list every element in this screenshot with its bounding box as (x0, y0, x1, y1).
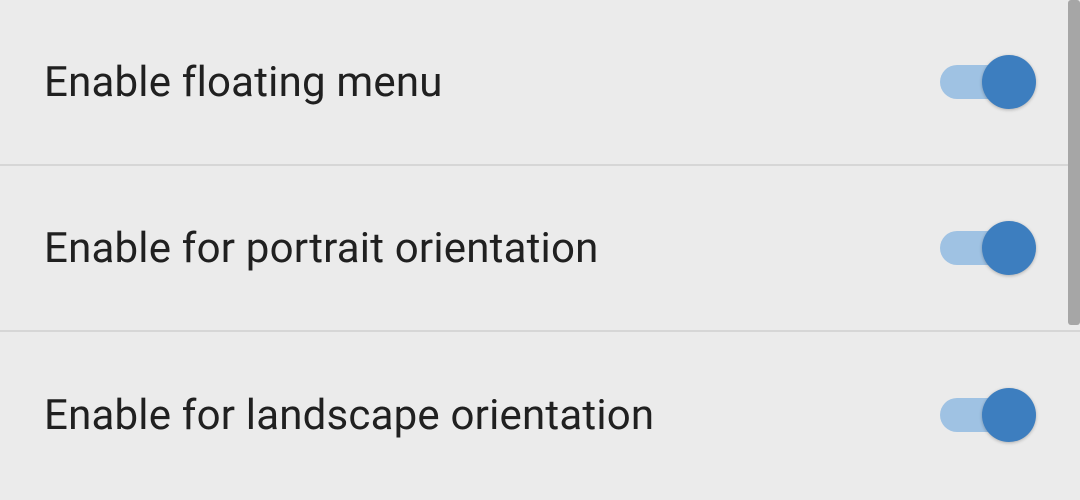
setting-label: Enable for portrait orientation (44, 224, 599, 273)
setting-row-portrait[interactable]: Enable for portrait orientation (0, 166, 1080, 332)
toggle-landscape[interactable] (940, 387, 1036, 443)
settings-list: Enable floating menu Enable for portrait… (0, 0, 1080, 500)
toggle-thumb (982, 388, 1036, 442)
toggle-thumb (982, 221, 1036, 275)
setting-row-floating-menu[interactable]: Enable floating menu (0, 0, 1080, 166)
toggle-floating-menu[interactable] (940, 54, 1036, 110)
scrollbar[interactable] (1068, 0, 1080, 325)
toggle-thumb (982, 55, 1036, 109)
toggle-portrait[interactable] (940, 220, 1036, 276)
setting-label: Enable floating menu (44, 58, 443, 107)
setting-row-landscape[interactable]: Enable for landscape orientation (0, 332, 1080, 498)
setting-label: Enable for landscape orientation (44, 391, 654, 440)
